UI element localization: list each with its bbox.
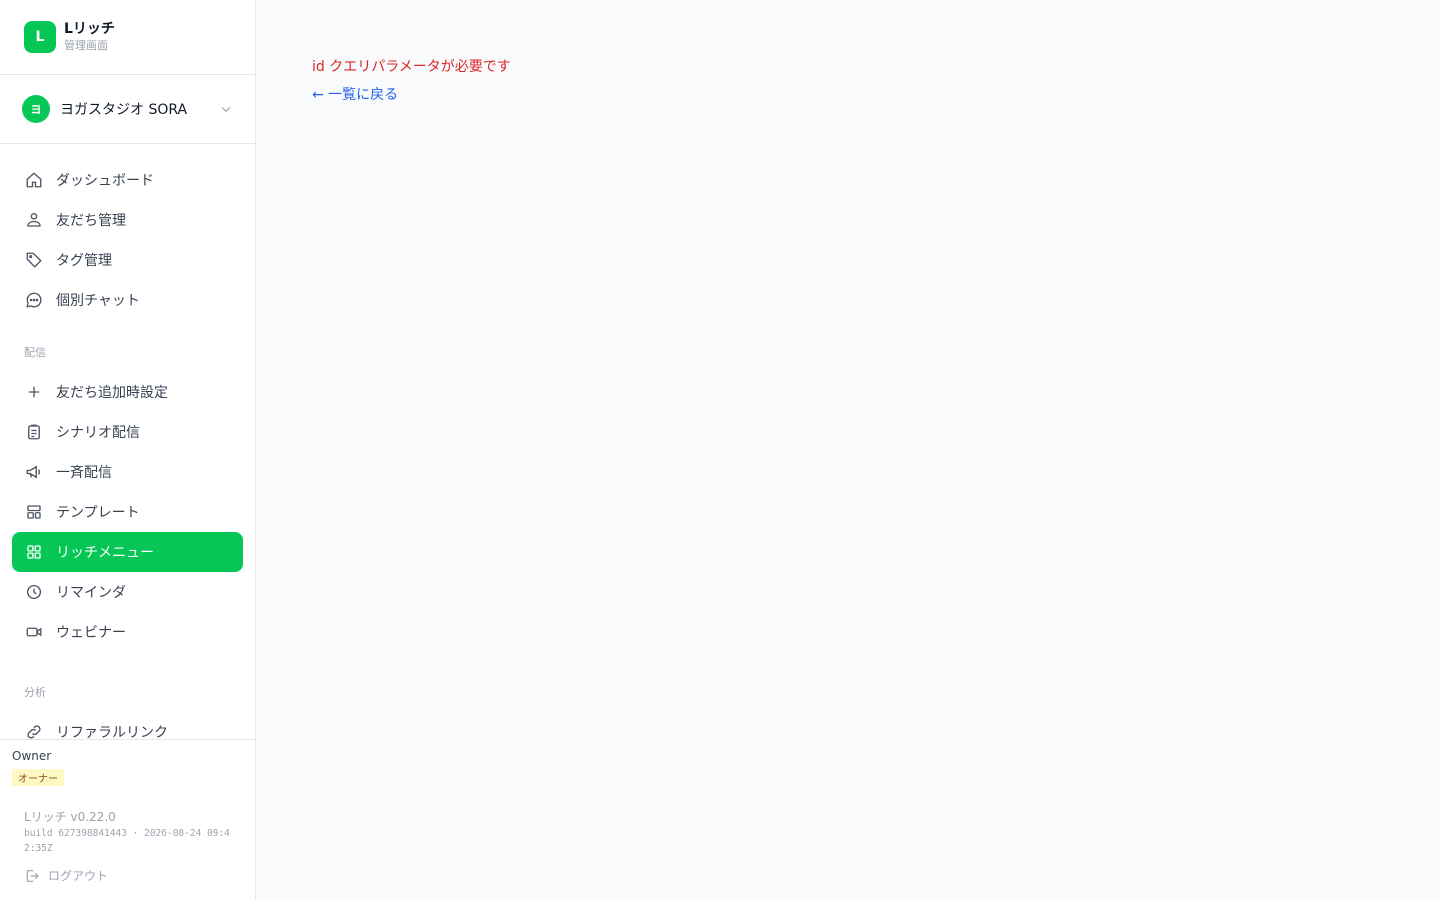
account-switcher[interactable]: ヨ ヨガスタジオ SORA	[0, 75, 255, 144]
back-to-list-link[interactable]: ← 一覧に戻る	[312, 84, 398, 104]
plus-icon	[24, 382, 44, 402]
users-icon	[24, 210, 44, 230]
account-name: ヨガスタジオ SORA	[60, 102, 188, 118]
nav-item-friends[interactable]: 友だち管理	[12, 200, 243, 240]
nav-item-label: 友だち追加時設定	[56, 385, 168, 401]
nav-item-chat[interactable]: 個別チャット	[12, 280, 243, 320]
nav-item-label: 一斉配信	[56, 465, 112, 481]
brand-header: L Lリッチ 管理画面	[0, 0, 255, 75]
nav-item-label: ダッシュボード	[56, 173, 154, 189]
nav-item-scenario[interactable]: シナリオ配信	[12, 412, 243, 452]
nav-item-label: シナリオ配信	[56, 425, 140, 441]
nav-item-label: ウェビナー	[56, 625, 126, 641]
nav-item-broadcast[interactable]: 一斉配信	[12, 452, 243, 492]
brand-logo: L	[24, 21, 56, 53]
brand-text: Lリッチ 管理画面	[64, 20, 115, 54]
logout-label: ログアウト	[48, 869, 109, 883]
nav-item-label: タグ管理	[56, 253, 112, 269]
nav-item-friend-add-settings[interactable]: 友だち追加時設定	[12, 372, 243, 412]
logout-button[interactable]: ログアウト	[24, 867, 108, 884]
nav-item-tags[interactable]: タグ管理	[12, 240, 243, 280]
section-label-delivery: 配信	[24, 346, 46, 359]
nav-item-label: リッチメニュー	[56, 545, 154, 561]
nav-item-dashboard[interactable]: ダッシュボード	[12, 160, 243, 200]
sidebar-footer: Owner オーナー Lリッチ v0.22.0 build 6273988414…	[0, 739, 255, 900]
build-info: build 627398841443 · 2026-08-24 09:42:35…	[24, 828, 230, 854]
nav-item-label: テンプレート	[56, 505, 140, 521]
error-message: id クエリパラメータが必要です	[312, 59, 511, 75]
brand-name: Lリッチ	[64, 21, 115, 37]
clipboard-icon	[24, 422, 44, 442]
main-nav: ダッシュボード 友だち管理 タグ管理 個別チャット	[0, 160, 255, 320]
app-version: Lリッチ v0.22.0	[24, 810, 116, 824]
nav-item-rich-menu[interactable]: リッチメニュー	[12, 532, 243, 572]
home-icon	[24, 170, 44, 190]
nav-item-webinar[interactable]: ウェビナー	[12, 612, 243, 652]
brand-subtitle: 管理画面	[64, 39, 108, 52]
user-role-name: Owner	[12, 749, 52, 763]
sidebar: L Lリッチ 管理画面 ヨ ヨガスタジオ SORA ダッシュボード 友だち管理	[0, 0, 256, 900]
logout-icon	[24, 868, 40, 884]
nav-item-reminder[interactable]: リマインダ	[12, 572, 243, 612]
nav-item-label: 個別チャット	[56, 293, 140, 309]
nav-item-label: リマインダ	[56, 585, 126, 601]
video-icon	[24, 622, 44, 642]
template-icon	[24, 502, 44, 522]
grid-icon	[24, 542, 44, 562]
chat-icon	[24, 290, 44, 310]
chevron-down-icon	[219, 102, 233, 116]
tag-icon	[24, 250, 44, 270]
delivery-nav: 友だち追加時設定 シナリオ配信 一斉配信 テンプレート リッチメニュー リマイン…	[0, 372, 255, 652]
clock-icon	[24, 582, 44, 602]
megaphone-icon	[24, 462, 44, 482]
section-label-analytics: 分析	[24, 686, 46, 699]
nav-item-template[interactable]: テンプレート	[12, 492, 243, 532]
role-badge: オーナー	[12, 769, 64, 786]
account-avatar: ヨ	[22, 95, 50, 123]
nav-item-label: 友だち管理	[56, 213, 126, 229]
